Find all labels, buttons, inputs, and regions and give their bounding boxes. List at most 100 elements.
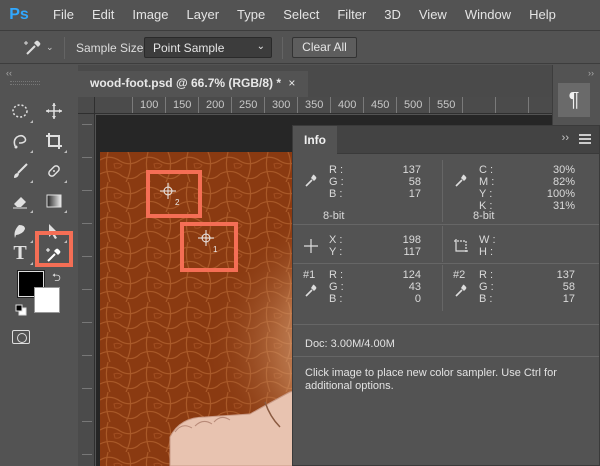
ruler-label: 400 (338, 99, 357, 111)
info-divider (442, 226, 443, 262)
gradient-tool-icon[interactable] (42, 189, 67, 213)
paragraph-panel-button[interactable]: ¶ (558, 83, 590, 117)
info-divider (293, 356, 599, 357)
info-panel: Info ›› R : G : B : 137 58 17 8-bit C : … (292, 125, 600, 466)
vertical-ruler[interactable] (78, 114, 95, 466)
sampler-1-r-value: 124 (402, 269, 421, 281)
sample-size-value: Point Sample (153, 41, 225, 55)
document-title: wood-foot.psd @ 66.7% (RGB/8) * (90, 76, 282, 90)
sampler-1-highlight (180, 222, 238, 272)
info-divider (442, 265, 443, 311)
menu-image[interactable]: Image (123, 0, 177, 30)
menu-view[interactable]: View (410, 0, 456, 30)
menu-type[interactable]: Type (228, 0, 274, 30)
ruler-label: 450 (371, 99, 390, 111)
horizontal-ruler[interactable]: 100 150 200 250 300 350 400 450 500 550 (95, 97, 552, 114)
cmyk-m-label: M : (479, 176, 495, 188)
sampler-1-b-value: 0 (414, 293, 421, 305)
background-color-swatch[interactable] (34, 287, 60, 313)
rgb-b-value: 17 (408, 188, 421, 200)
sampler-1-r-label: R : (329, 269, 344, 281)
rgb-b-label: B : (329, 188, 343, 200)
ruler-label: 150 (173, 99, 192, 111)
quick-mask-icon[interactable] (12, 330, 30, 344)
ruler-label: 250 (239, 99, 258, 111)
eyedropper-icon[interactable] (453, 173, 469, 189)
panel-grip[interactable] (10, 81, 40, 85)
menu-edit[interactable]: Edit (83, 0, 123, 30)
type-tool-icon[interactable]: T (8, 241, 33, 265)
collapse-panel-icon[interactable]: ‹‹ (6, 68, 12, 78)
sampler-2-g-label: G : (479, 281, 494, 293)
options-divider (64, 37, 65, 59)
x-value: 198 (402, 234, 421, 246)
options-bar: ⌄ Sample Size: Point Sample ⌄ Clear All (0, 30, 600, 64)
options-divider (282, 37, 283, 59)
menu-help[interactable]: Help (520, 0, 565, 30)
sampler-1-g-value: 43 (408, 281, 421, 293)
info-hint-text: Click image to place new color sampler. … (305, 367, 557, 392)
healing-tool-icon[interactable] (42, 159, 67, 183)
marquee-tool-icon[interactable] (8, 99, 33, 123)
cmyk-bit-depth: 8-bit (473, 210, 495, 222)
menu-window[interactable]: Window (456, 0, 520, 30)
document-tab-bar: wood-foot.psd @ 66.7% (RGB/8) * × (78, 65, 552, 97)
rgb-r-value: 137 (402, 164, 421, 176)
menu-file[interactable]: File (44, 0, 83, 30)
eyedropper-icon[interactable] (303, 283, 319, 299)
rgb-r-label: R : (329, 164, 344, 176)
expand-panels-icon[interactable]: ›› (588, 68, 594, 78)
tool-preset-chevron-icon[interactable]: ⌄ (46, 42, 54, 53)
sampler-2-r-value: 137 (556, 269, 575, 281)
sample-size-label: Sample Size: (76, 41, 147, 55)
info-divider (442, 160, 443, 222)
rgb-g-label: G : (329, 176, 344, 188)
y-value: 117 (403, 246, 421, 258)
pen-tool-icon[interactable] (8, 219, 33, 243)
collapse-panel-icon[interactable]: ›› (562, 132, 569, 144)
sampler-2-r-label: R : (479, 269, 494, 281)
tab-info[interactable]: Info (293, 126, 337, 154)
w-label: W : (479, 234, 496, 246)
menu-3d[interactable]: 3D (375, 0, 410, 30)
chevron-down-icon: ⌄ (256, 41, 265, 52)
panel-menu-icon[interactable] (579, 134, 591, 144)
menu-filter[interactable]: Filter (328, 0, 375, 30)
rgb-g-value: 58 (408, 176, 421, 188)
color-sampler-tool-preset-icon[interactable] (22, 37, 44, 59)
cmyk-c-value: 30% (552, 164, 575, 176)
move-tool-icon[interactable] (42, 99, 66, 123)
cmyk-k-value: 31% (552, 200, 575, 212)
clear-all-button[interactable]: Clear All (292, 37, 357, 58)
document-tab[interactable]: wood-foot.psd @ 66.7% (RGB/8) * × (78, 71, 308, 97)
cmyk-y-value: 100% (546, 188, 575, 200)
sampler-1-id: #1 (303, 269, 316, 281)
ruler-label: 300 (272, 99, 291, 111)
cmyk-m-value: 82% (552, 176, 575, 188)
swap-colors-icon[interactable]: ⮌ (52, 269, 61, 288)
info-panel-header: Info ›› (293, 126, 599, 154)
default-colors-icon[interactable] (15, 304, 27, 316)
brush-tool-icon[interactable] (8, 159, 33, 183)
info-divider (293, 224, 599, 225)
lasso-tool-icon[interactable] (8, 129, 33, 153)
info-divider (293, 263, 599, 264)
ruler-label: 350 (305, 99, 324, 111)
y-label: Y : (329, 246, 343, 258)
color-sampler-tool-highlight (35, 231, 73, 267)
menu-layer[interactable]: Layer (178, 0, 229, 30)
photoshop-logo: Ps (9, 6, 29, 23)
eraser-tool-icon[interactable] (8, 189, 33, 213)
menu-bar: Ps File Edit Image Layer Type Select Fil… (0, 0, 600, 30)
eyedropper-icon[interactable] (453, 283, 469, 299)
menu-select[interactable]: Select (274, 0, 328, 30)
crop-tool-icon[interactable] (42, 129, 67, 153)
ruler-origin[interactable] (78, 97, 95, 114)
close-tab-icon[interactable]: × (288, 76, 295, 90)
h-label: H : (479, 246, 494, 258)
sample-size-dropdown[interactable]: Point Sample ⌄ (144, 37, 272, 58)
document-size: Doc: 3.00M/4.00M (305, 338, 395, 350)
sampler-2-b-label: B : (479, 293, 493, 305)
ruler-label: 500 (404, 99, 423, 111)
eyedropper-icon[interactable] (303, 173, 319, 189)
